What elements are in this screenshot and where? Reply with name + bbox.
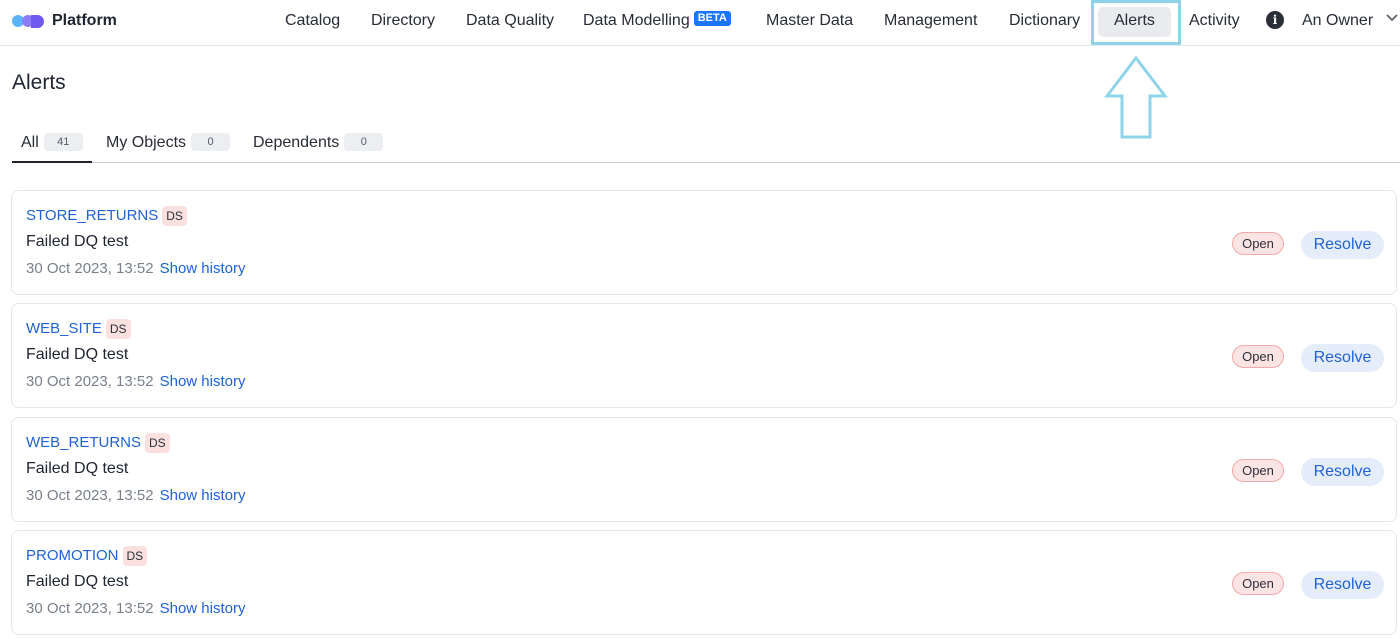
- app-logo[interactable]: Platform: [12, 11, 117, 31]
- alert-entity-link[interactable]: WEB_RETURNS: [26, 434, 141, 451]
- nav-item-master-data[interactable]: Master Data: [766, 0, 853, 46]
- nav-item-dictionary[interactable]: Dictionary: [1009, 0, 1080, 46]
- tab-dependents[interactable]: Dependents 0: [253, 130, 384, 163]
- alert-tabs: All 41 My Objects 0 Dependents 0: [12, 130, 1400, 163]
- status-badge: Open: [1232, 345, 1284, 368]
- alert-timestamp: 30 Oct 2023, 13:52: [26, 373, 154, 390]
- nav-item-management[interactable]: Management: [884, 0, 977, 46]
- highlight-box: [1091, 0, 1181, 45]
- info-icon[interactable]: i: [1266, 11, 1284, 29]
- resolve-button[interactable]: Resolve: [1301, 344, 1384, 372]
- tab-all-count: 41: [43, 133, 83, 151]
- tab-all-label: All: [21, 134, 39, 151]
- show-history-link[interactable]: Show history: [160, 260, 246, 277]
- entity-type-badge: DS: [105, 319, 131, 339]
- alert-entity-link[interactable]: STORE_RETURNS: [26, 207, 158, 224]
- nav-item-data-quality[interactable]: Data Quality: [466, 0, 554, 46]
- alert-description: Failed DQ test: [26, 573, 129, 590]
- show-history-link[interactable]: Show history: [160, 373, 246, 390]
- entity-type-badge: DS: [162, 206, 187, 226]
- entity-type-badge: DS: [122, 546, 148, 566]
- alert-card: STORE_RETURNS DS Failed DQ test 30 Oct 20…: [11, 190, 1397, 295]
- tab-dependents-label: Dependents: [253, 134, 340, 151]
- alert-title-row: PROMOTION DS: [26, 546, 148, 566]
- nav-item-activity[interactable]: Activity: [1189, 0, 1240, 46]
- app-name: Platform: [52, 12, 117, 29]
- alert-timestamp: 30 Oct 2023, 13:52: [26, 260, 154, 277]
- user-menu[interactable]: An Owner: [1302, 0, 1373, 46]
- nav-item-catalog[interactable]: Catalog: [285, 0, 340, 46]
- alert-description: Failed DQ test: [26, 460, 129, 477]
- top-navigation-bar: Platform Catalog Directory Data Quality …: [0, 0, 1400, 46]
- alert-meta: 30 Oct 2023, 13:52 Show history: [26, 260, 245, 277]
- alert-title-row: WEB_SITE DS: [26, 319, 131, 339]
- up-arrow-icon: [1104, 56, 1168, 139]
- alert-entity-link[interactable]: PROMOTION: [26, 547, 119, 564]
- alert-timestamp: 30 Oct 2023, 13:52: [26, 600, 154, 617]
- status-badge: Open: [1232, 459, 1284, 482]
- nav-item-directory[interactable]: Directory: [371, 0, 435, 46]
- resolve-button[interactable]: Resolve: [1301, 231, 1384, 259]
- tab-dependents-count: 0: [344, 133, 384, 151]
- page-title: Alerts: [12, 71, 66, 94]
- alert-entity-link[interactable]: WEB_SITE: [26, 320, 102, 337]
- nav-item-data-modelling-label: Data Modelling: [583, 12, 690, 29]
- alert-description: Failed DQ test: [26, 346, 129, 363]
- status-badge: Open: [1232, 232, 1284, 255]
- alert-card: WEB_RETURNS DS Failed DQ test 30 Oct 2023…: [11, 417, 1397, 522]
- tab-my-objects[interactable]: My Objects 0: [106, 130, 231, 163]
- alert-card: WEB_SITE DS Failed DQ test 30 Oct 2023, 1…: [11, 303, 1397, 408]
- show-history-link[interactable]: Show history: [160, 600, 246, 617]
- resolve-button[interactable]: Resolve: [1301, 571, 1384, 599]
- resolve-button[interactable]: Resolve: [1301, 458, 1384, 486]
- tab-my-objects-count: 0: [191, 133, 231, 151]
- alert-meta: 30 Oct 2023, 13:52 Show history: [26, 487, 245, 504]
- alert-title-row: WEB_RETURNS DS: [26, 433, 170, 453]
- chevron-down-icon[interactable]: [1386, 14, 1398, 22]
- show-history-link[interactable]: Show history: [160, 487, 246, 504]
- beta-badge: BETA: [693, 11, 731, 26]
- tab-all[interactable]: All 41: [12, 130, 92, 163]
- alert-title-row: STORE_RETURNS DS: [26, 206, 187, 226]
- alert-timestamp: 30 Oct 2023, 13:52: [26, 487, 154, 504]
- nav-item-data-modelling[interactable]: Data Modelling BETA: [583, 0, 731, 46]
- alert-description: Failed DQ test: [26, 233, 129, 250]
- alert-meta: 30 Oct 2023, 13:52 Show history: [26, 373, 245, 390]
- entity-type-badge: DS: [145, 433, 170, 453]
- alert-meta: 30 Oct 2023, 13:52 Show history: [26, 600, 245, 617]
- logo-icon: [12, 12, 48, 30]
- alert-card: PROMOTION DS Failed DQ test 30 Oct 2023, …: [11, 530, 1397, 635]
- tab-my-objects-label: My Objects: [106, 134, 187, 151]
- status-badge: Open: [1232, 572, 1284, 595]
